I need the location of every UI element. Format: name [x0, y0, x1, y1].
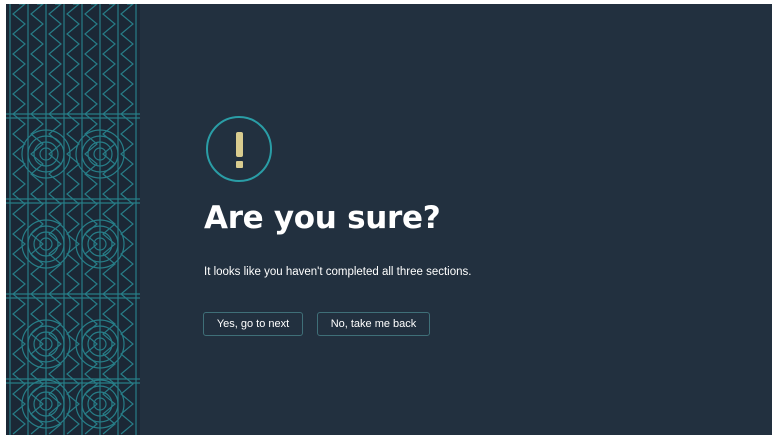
pattern-stroke: [30, 4, 44, 435]
decorative-pattern-strip: [6, 4, 140, 435]
koru-pattern-graphic: [6, 4, 140, 435]
confirmation-screen: Are you sure? It looks like you haven't …: [6, 4, 772, 435]
pattern-stroke: [120, 4, 134, 435]
pattern-stroke: [84, 4, 98, 435]
pattern-stroke: [12, 4, 26, 435]
cancel-take-me-back-button[interactable]: No, take me back: [317, 312, 430, 336]
dialog-message: It looks like you haven't completed all …: [204, 266, 472, 278]
exclamation-dot: [236, 161, 243, 168]
pattern-stroke: [102, 4, 116, 435]
exclamation-bar: [236, 132, 243, 157]
pattern-stroke: [66, 4, 80, 435]
exclamation-icon: [206, 116, 272, 182]
confirm-go-next-button[interactable]: Yes, go to next: [203, 312, 303, 336]
pattern-stroke: [48, 4, 62, 435]
dialog-title: Are you sure?: [204, 200, 441, 236]
